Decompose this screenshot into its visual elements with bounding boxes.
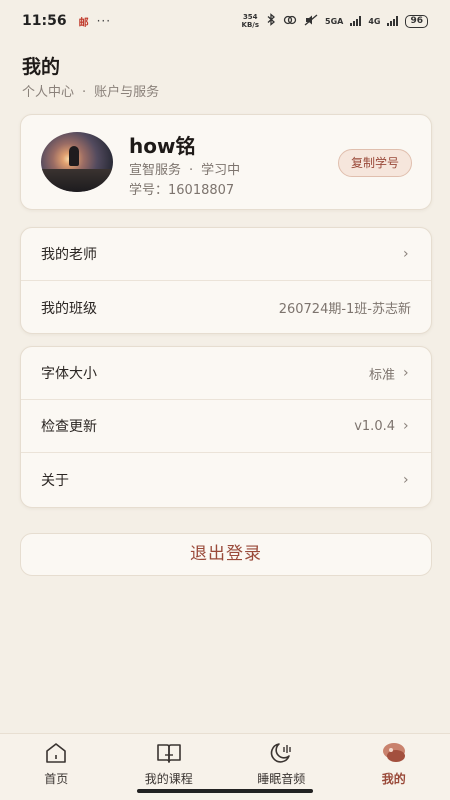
link-icon — [283, 14, 297, 29]
status-time: 11:56 — [22, 13, 67, 29]
check-update-label: 检查更新 — [41, 419, 97, 435]
settings-card: 字体大小 标准 › 检查更新 v1.0.4 › 关于 › — [20, 346, 432, 508]
tab-home[interactable]: 首页 — [0, 734, 113, 800]
signal-bars-icon — [387, 16, 399, 26]
chevron-right-icon: › — [403, 471, 409, 488]
font-size-row[interactable]: 字体大小 标准 › — [21, 347, 431, 400]
home-icon — [44, 742, 68, 764]
book-icon — [156, 742, 182, 764]
network-speed: 354 KB/s — [241, 13, 259, 29]
chevron-right-icon: › — [403, 365, 409, 381]
tab-profile[interactable]: 我的 — [338, 734, 450, 800]
my-teacher-label: 我的老师 — [41, 247, 97, 263]
status-bar: 11:56 邮 ··· 354 KB/s 5GA 4G 96 — [0, 0, 450, 42]
tab-courses-label: 我的课程 — [144, 772, 193, 786]
signal-4g: 4G — [368, 16, 381, 26]
profile-icon — [381, 742, 407, 764]
my-teacher-row[interactable]: 我的老师 › — [21, 228, 431, 281]
student-id: 学号：16018807 — [129, 183, 235, 198]
avatar[interactable] — [41, 132, 113, 192]
user-org-status: 宣智服务 · 学习中 — [129, 163, 241, 178]
profile-card: how铭 宣智服务 · 学习中 学号：16018807 复制学号 — [20, 114, 432, 210]
about-row[interactable]: 关于 › — [21, 453, 431, 506]
chevron-right-icon: › — [403, 246, 409, 262]
study-card: 我的老师 › 我的班级 260724期-1班-苏志新 — [20, 227, 432, 334]
font-size-label: 字体大小 — [41, 366, 97, 382]
about-label: 关于 — [41, 472, 69, 489]
bluetooth-icon — [266, 13, 276, 29]
my-class-row[interactable]: 我的班级 260724期-1班-苏志新 — [21, 281, 431, 334]
mute-icon — [304, 14, 318, 29]
my-class-value: 260724期-1班-苏志新 — [278, 302, 411, 317]
tab-home-label: 首页 — [44, 772, 69, 786]
more-notifications-indicator: ··· — [96, 14, 112, 28]
moon-icon — [268, 742, 294, 764]
logout-button[interactable]: 退出登录 — [20, 533, 432, 576]
version-value: v1.0.4 — [354, 418, 395, 434]
check-update-row[interactable]: 检查更新 v1.0.4 › — [21, 400, 431, 453]
tab-profile-label: 我的 — [381, 772, 406, 786]
signal-5ga: 5GA — [325, 16, 344, 26]
mail-notification-icon: 邮 — [78, 17, 89, 29]
copy-student-id-button[interactable]: 复制学号 — [337, 149, 412, 177]
tab-sleep-audio-label: 睡眠音频 — [257, 772, 306, 786]
font-size-value: 标准 — [368, 367, 395, 383]
home-indicator[interactable] — [137, 789, 313, 793]
chevron-right-icon: › — [403, 418, 409, 434]
page-subtitle: 个人中心 · 账户与服务 — [22, 85, 160, 100]
user-name: how铭 — [129, 134, 196, 158]
my-class-label: 我的班级 — [41, 300, 97, 317]
battery-icon: 96 — [405, 14, 428, 28]
page-title: 我的 — [22, 56, 61, 78]
signal-bars-icon — [350, 16, 362, 26]
